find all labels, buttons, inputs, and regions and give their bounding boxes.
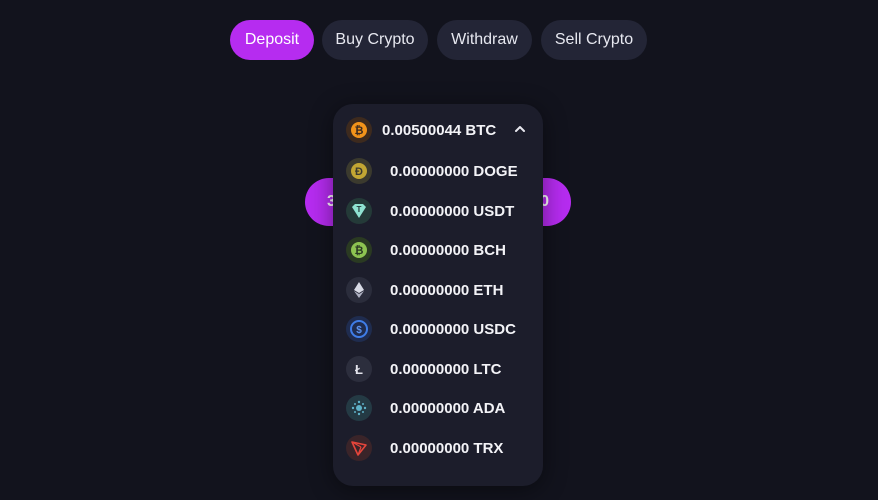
tron-icon — [346, 435, 372, 461]
currency-option-bch[interactable]: ₿ 0.00000000 BCH — [333, 230, 543, 270]
svg-text:$: $ — [356, 325, 362, 336]
tether-icon: T — [346, 198, 372, 224]
currency-option-eth[interactable]: 0.00000000 ETH — [333, 270, 543, 310]
currency-option-usdt[interactable]: T 0.00000000 USDT — [333, 191, 543, 231]
currency-option-usdc[interactable]: $ 0.00000000 USDC — [333, 309, 543, 349]
cardano-icon — [346, 395, 372, 421]
selected-balance: 0.00500044 BTC — [382, 122, 497, 139]
bitcoin-cash-icon: ₿ — [346, 237, 372, 263]
currency-option-balance: 0.00000000 USDT — [390, 203, 515, 220]
currency-option-ada[interactable]: 0.00000000 ADA — [333, 388, 543, 428]
svg-text:Ł: Ł — [355, 362, 363, 377]
currency-option-balance: 0.00000000 BCH — [390, 242, 506, 259]
chevron-up-icon — [515, 126, 525, 132]
tab-buy-crypto[interactable]: Buy Crypto — [322, 20, 428, 60]
dogecoin-icon: Ð — [346, 158, 372, 184]
currency-option-balance: 0.00000000 LTC — [390, 361, 502, 378]
currency-option-balance: 0.00000000 USDC — [390, 321, 516, 338]
currency-dropdown: ₿ 0.00500044 BTC Ð 0.00000000 DOGE T 0.0… — [333, 104, 543, 486]
tab-sell-crypto[interactable]: Sell Crypto — [541, 20, 647, 60]
currency-option-balance: 0.00000000 ETH — [390, 282, 504, 299]
ethereum-icon — [346, 277, 372, 303]
usd-coin-icon: $ — [346, 316, 372, 342]
currency-option-ltc[interactable]: Ł 0.00000000 LTC — [333, 349, 543, 389]
litecoin-icon: Ł — [346, 356, 372, 382]
tab-withdraw[interactable]: Withdraw — [437, 20, 532, 60]
bitcoin-icon: ₿ — [346, 117, 372, 143]
wallet-tabs: Deposit Buy Crypto Withdraw Sell Crypto — [0, 20, 878, 60]
wallet-screen: Deposit Buy Crypto Withdraw Sell Crypto … — [0, 0, 878, 500]
currency-option-trx[interactable]: 0.00000000 TRX — [333, 428, 543, 468]
svg-text:T: T — [357, 205, 362, 214]
currency-option-balance: 0.00000000 ADA — [390, 400, 506, 417]
currency-selector[interactable]: ₿ 0.00500044 BTC — [333, 104, 543, 156]
currency-option-doge[interactable]: Ð 0.00000000 DOGE — [333, 151, 543, 191]
currency-option-balance: 0.00000000 DOGE — [390, 163, 518, 180]
svg-text:₿: ₿ — [355, 125, 364, 137]
currency-option-balance: 0.00000000 TRX — [390, 440, 504, 457]
tab-deposit[interactable]: Deposit — [230, 20, 314, 60]
svg-text:Ð: Ð — [355, 166, 363, 178]
svg-text:₿: ₿ — [355, 245, 364, 257]
